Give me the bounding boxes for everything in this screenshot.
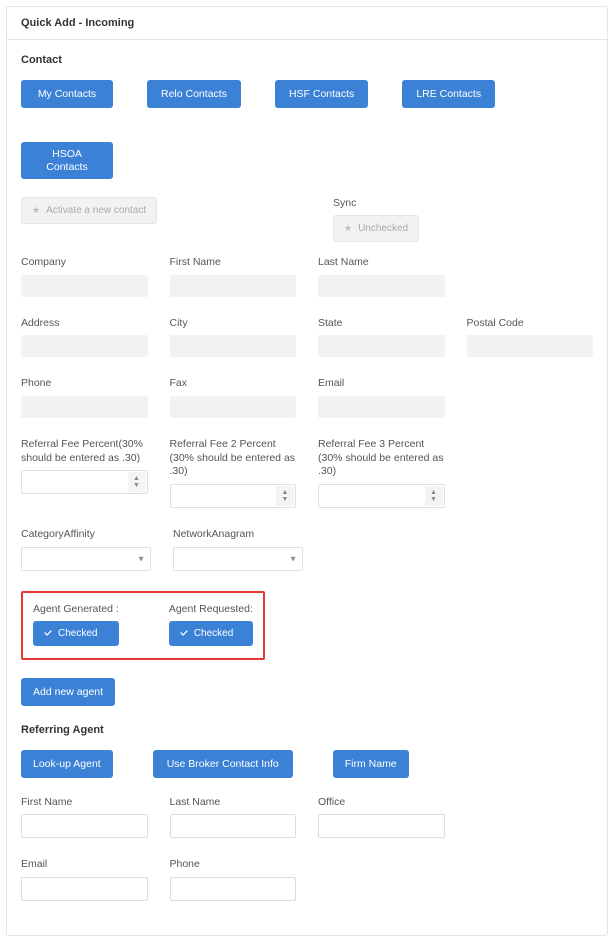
fax-input[interactable] xyxy=(170,396,297,418)
email-input[interactable] xyxy=(318,396,445,418)
ref-office-label: Office xyxy=(318,796,445,810)
email-label: Email xyxy=(318,377,445,391)
postal-input[interactable] xyxy=(467,335,594,357)
contact-type-buttons: My Contacts Relo Contacts HSF Contacts L… xyxy=(21,80,593,179)
ref-first-name-label: First Name xyxy=(21,796,148,810)
check-icon xyxy=(179,628,189,638)
postal-label: Postal Code xyxy=(467,317,594,331)
address-input[interactable] xyxy=(21,335,148,357)
ref-phone-input[interactable] xyxy=(170,877,297,901)
checked-label: Checked xyxy=(58,628,97,639)
spinner-icon[interactable]: ▲▼ xyxy=(276,486,294,506)
agent-generated-checked-button[interactable]: Checked xyxy=(33,621,119,646)
last-name-label: Last Name xyxy=(318,256,445,270)
sync-button[interactable]: ★ Unchecked xyxy=(333,215,419,242)
agent-requested-label: Agent Requested: xyxy=(169,603,253,615)
sync-label: Sync xyxy=(333,197,473,209)
hsf-contacts-button[interactable]: HSF Contacts xyxy=(275,80,368,108)
lre-contacts-button[interactable]: LRE Contacts xyxy=(402,80,495,108)
spinner-icon[interactable]: ▲▼ xyxy=(128,472,146,492)
use-broker-contact-button[interactable]: Use Broker Contact Info xyxy=(153,750,293,778)
activate-contact-label: Activate a new contact xyxy=(46,205,146,216)
my-contacts-button[interactable]: My Contacts xyxy=(21,80,113,108)
company-input[interactable] xyxy=(21,275,148,297)
referral-fee-2-label: Referral Fee 2 Percent (30% should be en… xyxy=(170,438,297,479)
checked-label: Checked xyxy=(194,628,233,639)
referral-fee-1-label: Referral Fee Percent(30% should be enter… xyxy=(21,438,148,465)
last-name-input[interactable] xyxy=(318,275,445,297)
firm-name-button[interactable]: Firm Name xyxy=(333,750,409,778)
ref-email-label: Email xyxy=(21,858,148,872)
city-label: City xyxy=(170,317,297,331)
spinner-icon[interactable]: ▲▼ xyxy=(425,486,443,506)
state-input[interactable] xyxy=(318,335,445,357)
network-anagram-select[interactable]: ▼ xyxy=(173,547,303,571)
quick-add-card: Quick Add - Incoming Contact My Contacts… xyxy=(6,6,608,936)
ref-email-input[interactable] xyxy=(21,877,148,901)
state-label: State xyxy=(318,317,445,331)
contact-section-title: Contact xyxy=(21,54,593,66)
chevron-down-icon: ▼ xyxy=(289,554,297,563)
first-name-label: First Name xyxy=(170,256,297,270)
phone-label: Phone xyxy=(21,377,148,391)
category-affinity-select[interactable]: ▼ xyxy=(21,547,151,571)
lookup-agent-button[interactable]: Look-up Agent xyxy=(21,750,113,778)
add-new-agent-button[interactable]: Add new agent xyxy=(21,678,115,706)
fax-label: Fax xyxy=(170,377,297,391)
category-affinity-label: CategoryAffinity xyxy=(21,528,151,542)
ref-office-input[interactable] xyxy=(318,814,445,838)
ref-last-name-label: Last Name xyxy=(170,796,297,810)
sync-button-label: Unchecked xyxy=(358,223,408,234)
first-name-input[interactable] xyxy=(170,275,297,297)
phone-input[interactable] xyxy=(21,396,148,418)
activate-contact-button[interactable]: ★ Activate a new contact xyxy=(21,197,157,224)
city-input[interactable] xyxy=(170,335,297,357)
ref-first-name-input[interactable] xyxy=(21,814,148,838)
agent-requested-checked-button[interactable]: Checked xyxy=(169,621,253,646)
ref-phone-label: Phone xyxy=(170,858,297,872)
relo-contacts-button[interactable]: Relo Contacts xyxy=(147,80,241,108)
agent-generated-label: Agent Generated : xyxy=(33,603,119,615)
referring-agent-title: Referring Agent xyxy=(21,724,593,736)
network-anagram-label: NetworkAnagram xyxy=(173,528,303,542)
referral-fee-3-label: Referral Fee 3 Percent (30% should be en… xyxy=(318,438,445,479)
address-label: Address xyxy=(21,317,148,331)
star-icon: ★ xyxy=(344,223,352,234)
check-icon xyxy=(43,628,53,638)
card-title: Quick Add - Incoming xyxy=(7,7,607,40)
chevron-down-icon: ▼ xyxy=(137,554,145,563)
agent-highlight-box: Agent Generated : Checked Agent Requeste… xyxy=(21,591,265,660)
ref-last-name-input[interactable] xyxy=(170,814,297,838)
hsoa-contacts-button[interactable]: HSOA Contacts xyxy=(21,142,113,179)
star-icon: ★ xyxy=(32,205,40,216)
company-label: Company xyxy=(21,256,148,270)
card-body: Contact My Contacts Relo Contacts HSF Co… xyxy=(7,40,607,935)
